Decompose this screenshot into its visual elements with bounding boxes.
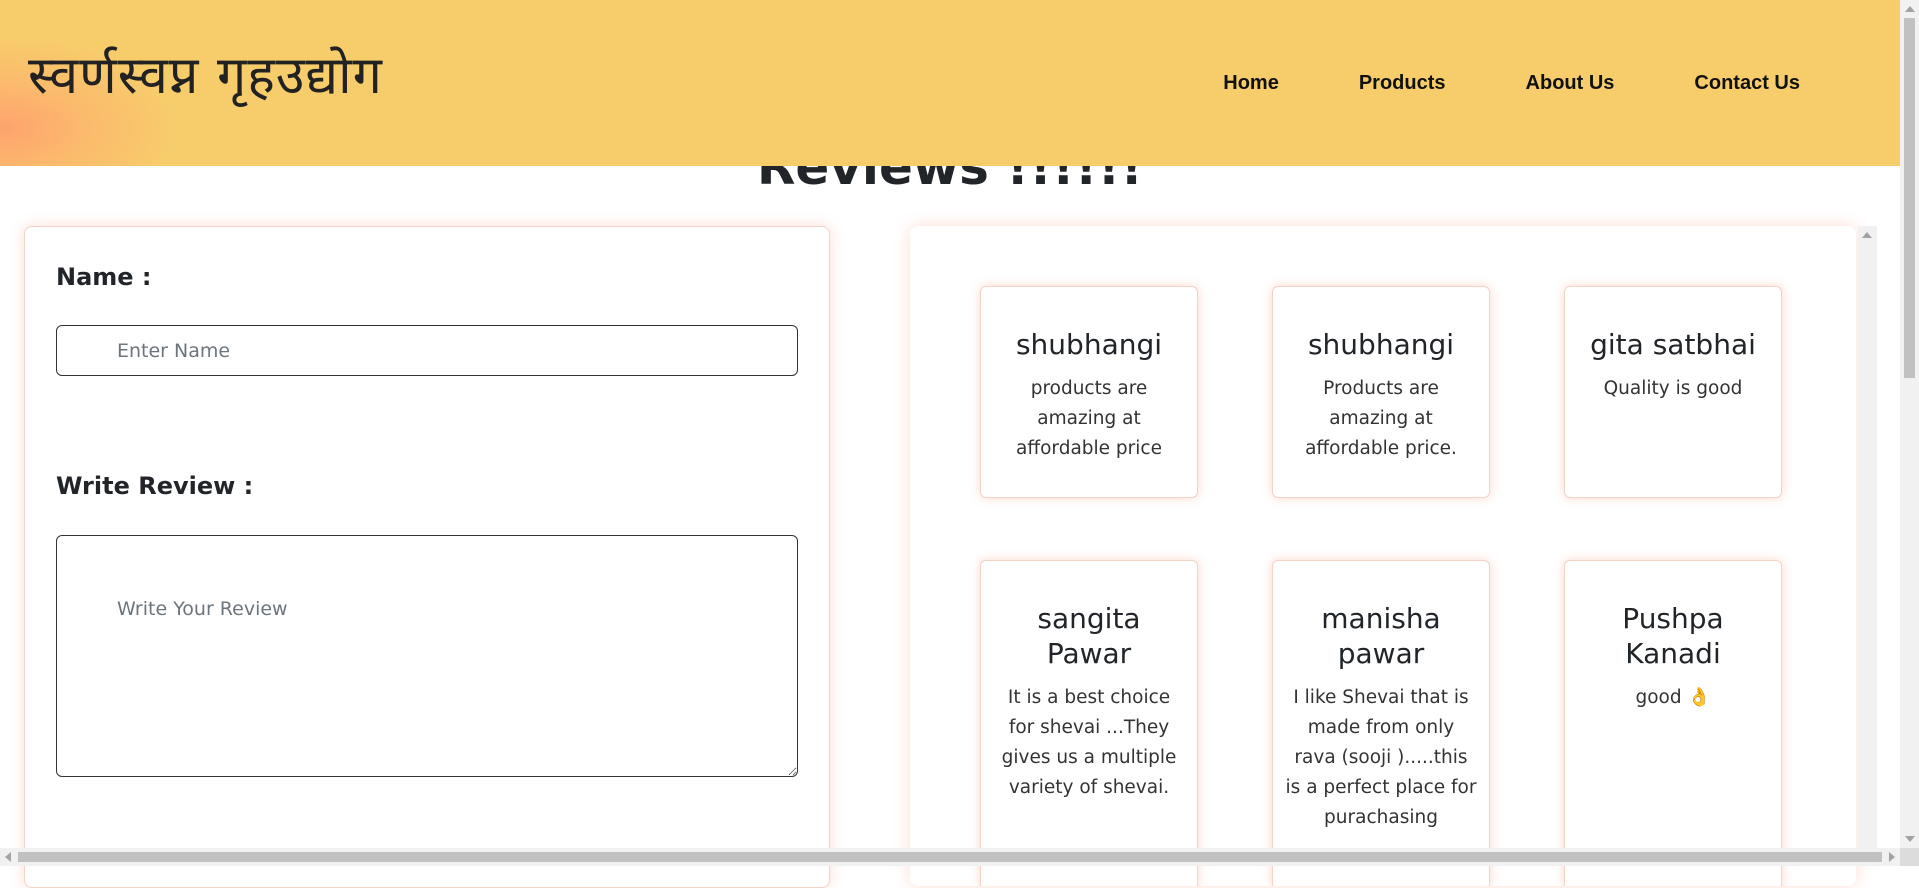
review-author: shubhangi (1307, 328, 1455, 361)
review-author: shubhangi (1015, 328, 1163, 361)
review-card: shubhangi Products are amazing at afford… (1272, 286, 1490, 498)
review-card: shubhangi products are amazing at afford… (980, 286, 1198, 498)
scroll-up-arrow-icon[interactable] (1862, 232, 1872, 238)
navbar: स्वर्णस्वप्न गृहउद्योग Home Products Abo… (0, 0, 1900, 166)
page-vertical-scrollbar[interactable] (1900, 0, 1919, 848)
brand-logo-text[interactable]: स्वर्णस्वप्न गृहउद्योग (28, 38, 383, 109)
nav-contact-link[interactable]: Contact Us (1694, 72, 1800, 95)
name-input[interactable] (56, 325, 798, 376)
reviews-panel-scrollbar[interactable] (1858, 226, 1877, 848)
review-card: gita satbhai Quality is good (1564, 286, 1782, 498)
review-author: Pushpa Kanadi (1622, 602, 1724, 670)
review-text: I like Shevai that is made from only rav… (1285, 687, 1477, 828)
nav-products-link[interactable]: Products (1359, 72, 1446, 95)
reviews-list-panel[interactable]: shubhangi products are amazing at afford… (910, 226, 1856, 886)
review-text: Products are amazing at affordable price… (1305, 378, 1457, 459)
review-author: gita satbhai (1590, 328, 1756, 361)
page-horizontal-scrollbar[interactable] (0, 848, 1900, 866)
nav-home-link[interactable]: Home (1223, 72, 1279, 95)
review-form-card: Name : Write Review : (24, 226, 830, 888)
review-text: good 👌 (1635, 687, 1711, 708)
scroll-right-arrow-icon[interactable] (1889, 852, 1895, 862)
scroll-left-arrow-icon[interactable] (5, 852, 11, 862)
scrollbar-thumb[interactable] (18, 852, 1882, 862)
scroll-up-arrow-icon[interactable] (1905, 6, 1915, 12)
name-label: Name : (56, 263, 152, 291)
review-label: Write Review : (56, 472, 254, 500)
nav-about-link[interactable]: About Us (1526, 72, 1615, 95)
review-card: Pushpa Kanadi good 👌 (1564, 560, 1782, 886)
review-text: products are amazing at affordable price (1016, 378, 1162, 459)
review-text: It is a best choice for shevai ...They g… (1001, 687, 1177, 798)
review-textarea[interactable] (56, 535, 798, 777)
review-card: sangita Pawar It is a best choice for sh… (980, 560, 1198, 886)
nav-links: Home Products About Us Contact Us (1223, 0, 1900, 166)
review-text: Quality is good (1603, 378, 1743, 399)
scroll-down-arrow-icon[interactable] (1905, 836, 1915, 842)
review-card: manisha pawar I like Shevai that is made… (1272, 560, 1490, 886)
scrollbar-corner (1900, 848, 1919, 866)
review-author: manisha pawar (1321, 602, 1441, 670)
review-author: sangita Pawar (1037, 602, 1141, 670)
scrollbar-thumb[interactable] (1904, 18, 1915, 378)
